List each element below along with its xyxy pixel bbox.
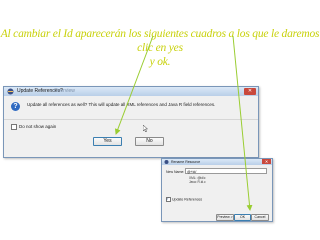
java-reference-label: Java: R.id.c bbox=[189, 180, 206, 184]
checkbox-label: Update References bbox=[172, 197, 203, 202]
checkbox-box[interactable] bbox=[11, 124, 17, 130]
no-button[interactable]: No bbox=[135, 137, 164, 146]
checkbox-label: Do not show again bbox=[19, 124, 57, 130]
close-button[interactable]: ✕ bbox=[244, 88, 256, 95]
eclipse-app-icon bbox=[164, 160, 169, 164]
do-not-show-checkbox[interactable]: Do not show again bbox=[11, 124, 56, 130]
close-button[interactable]: ✕ bbox=[262, 159, 271, 164]
instruction-heading: Al cambiar el Id aparecerán los siguient… bbox=[0, 27, 320, 69]
mouse-cursor-icon bbox=[143, 125, 148, 132]
background-tab-label: Overview bbox=[54, 88, 75, 94]
preview-button[interactable]: Preview > bbox=[216, 214, 234, 221]
instruction-line-2: y ok. bbox=[149, 56, 171, 68]
divider bbox=[4, 119, 258, 120]
cancel-button[interactable]: Cancel bbox=[251, 214, 269, 221]
question-icon: ? bbox=[11, 102, 20, 111]
ok-button[interactable]: OK bbox=[234, 214, 251, 221]
update-references-checkbox[interactable]: Update References bbox=[166, 196, 203, 202]
new-name-label: New Name: bbox=[166, 170, 185, 174]
yes-button[interactable]: Yes bbox=[93, 137, 122, 146]
rename-resource-dialog: Rename Resource ✕ New Name: @+id/ XML: @… bbox=[161, 158, 273, 222]
eclipse-app-icon bbox=[7, 88, 14, 95]
dialog-message: Update all references as well? This will… bbox=[27, 102, 216, 107]
dialog-titlebar: Rename Resource ✕ bbox=[162, 159, 272, 165]
dialog-titlebar: Update References? Overview ✕ bbox=[4, 87, 258, 96]
new-name-input[interactable]: @+id/ bbox=[185, 168, 267, 174]
checkbox-box[interactable] bbox=[166, 196, 171, 202]
update-references-dialog: Update References? Overview ✕ ? Update a… bbox=[3, 86, 259, 158]
dialog-title: Rename Resource bbox=[171, 160, 201, 164]
instruction-line-1: Al cambiar el Id aparecerán los siguient… bbox=[0, 28, 320, 54]
